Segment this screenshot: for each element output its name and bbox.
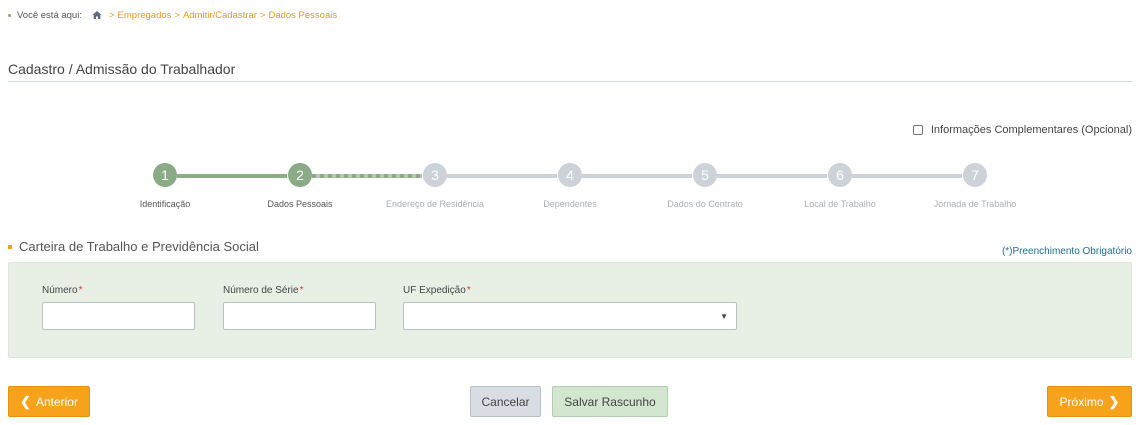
step-connector — [582, 174, 692, 178]
complementary-info-label: Informações Complementares (Opcional) — [930, 124, 1132, 136]
step-connector — [852, 174, 962, 178]
breadcrumb-separator: > — [108, 10, 115, 21]
breadcrumb-prefix: Você está aqui: — [17, 10, 82, 21]
numero-label: Número* — [42, 285, 82, 296]
required-asterisk: * — [299, 285, 304, 296]
complementary-info-checkbox[interactable] — [912, 125, 923, 135]
chevron-down-icon: ▼ — [720, 312, 728, 321]
serie-label-text: Número de Série — [223, 285, 299, 296]
step-4-circle[interactable]: 4 — [558, 163, 582, 187]
step-connector — [447, 174, 557, 178]
section-title-text: Carteira de Trabalho e Previdência Socia… — [19, 239, 259, 254]
next-button-label: Próximo — [1059, 394, 1104, 409]
step-5-circle[interactable]: 5 — [693, 163, 717, 187]
serie-input[interactable] — [223, 302, 376, 330]
step-4-label: Dependentes — [543, 199, 597, 209]
title-divider — [8, 81, 1132, 82]
section-title: Carteira de Trabalho e Previdência Socia… — [8, 239, 259, 254]
cancel-button[interactable]: Cancelar — [470, 386, 541, 417]
breadcrumb-link-admitir[interactable]: Admitir/Cadastrar — [183, 10, 257, 21]
breadcrumb-bullet — [8, 14, 11, 17]
step-7-label: Jornada de Trabalho — [933, 199, 1017, 209]
uf-label-text: UF Expedição — [403, 285, 466, 296]
step-1-circle[interactable]: 1 — [153, 163, 177, 187]
step-connector — [177, 174, 287, 178]
step-2-label: Dados Pessoais — [267, 199, 333, 209]
numero-label-text: Número — [42, 285, 78, 296]
save-draft-button[interactable]: Salvar Rascunho — [552, 386, 668, 417]
step-6-label: Local de Trabalho — [804, 199, 876, 209]
breadcrumb-link-empregados[interactable]: Empregados — [118, 10, 172, 21]
step-3-label: Endereço de Residência — [385, 199, 485, 209]
complementary-info-toggle[interactable]: Informações Complementares (Opcional) — [912, 124, 1132, 136]
step-3-circle[interactable]: 3 — [423, 163, 447, 187]
section-marker — [8, 244, 12, 249]
required-fields-note: (*)Preenchimento Obrigatório — [1001, 246, 1132, 257]
numero-input[interactable] — [42, 302, 195, 330]
previous-button[interactable]: ❮ Anterior — [8, 386, 90, 417]
required-asterisk: * — [466, 285, 471, 296]
breadcrumb: Você está aqui: > Empregados > Admitir/C… — [8, 10, 337, 21]
step-5-label: Dados do Contrato — [667, 199, 743, 209]
breadcrumb-current: Dados Pessoais — [268, 10, 338, 21]
serie-label: Número de Série* — [223, 285, 304, 296]
step-connector — [717, 174, 827, 178]
breadcrumb-separator: > — [259, 10, 266, 21]
home-icon[interactable] — [92, 11, 102, 20]
required-asterisk: * — [78, 285, 83, 296]
chevron-right-icon: ❯ — [1108, 393, 1120, 409]
step-2-circle[interactable]: 2 — [288, 163, 312, 187]
breadcrumb-separator: > — [174, 10, 180, 21]
next-button[interactable]: Próximo ❯ — [1047, 386, 1132, 417]
uf-label: UF Expedição* — [403, 285, 471, 296]
page-title: Cadastro / Admissão do Trabalhador — [8, 61, 236, 77]
step-connector — [312, 174, 422, 178]
chevron-left-icon: ❮ — [20, 393, 31, 409]
step-7-circle[interactable]: 7 — [963, 163, 987, 187]
step-6-circle[interactable]: 6 — [828, 163, 852, 187]
uf-select[interactable]: ▼ — [403, 302, 737, 330]
previous-button-label: Anterior — [35, 394, 78, 409]
step-1-label: Identificação — [139, 199, 191, 209]
